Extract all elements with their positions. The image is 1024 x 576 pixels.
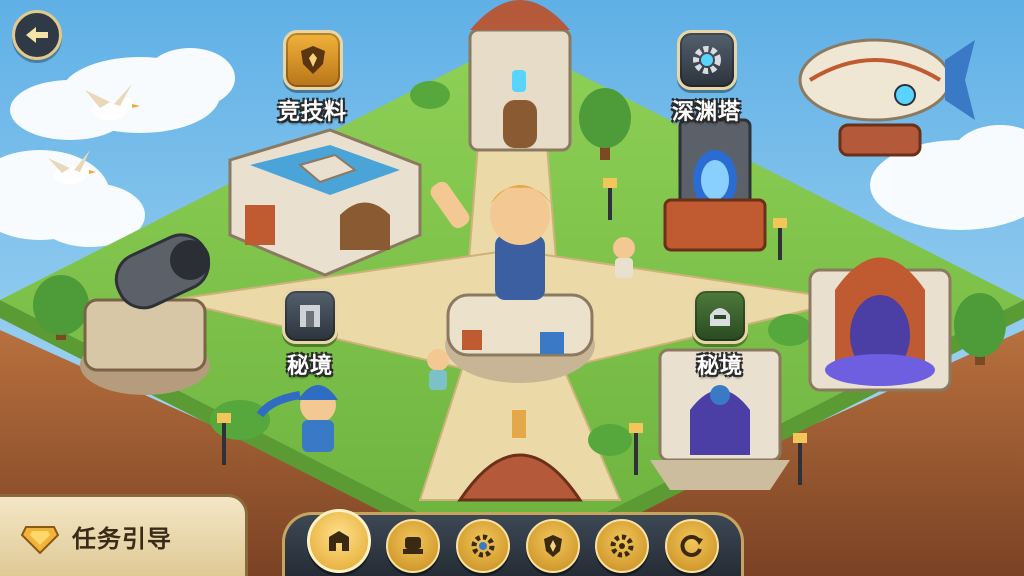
poi-arena[interactable]: 竞技料 [278, 30, 347, 126]
nav-cog-button[interactable] [595, 518, 650, 573]
shield-star-icon [282, 30, 343, 90]
gear-icon [471, 534, 495, 557]
nav-gate-button[interactable] [306, 508, 371, 573]
central-tower [468, 0, 572, 152]
gear-icon [676, 30, 737, 90]
throne-icon [403, 536, 424, 554]
cog-icon [610, 534, 634, 557]
poi-secret-realm-left[interactable]: 秘境 [282, 288, 338, 380]
back-arrow-icon [26, 27, 48, 43]
poi-label: 秘境 [286, 354, 333, 379]
poi-secret-realm-right[interactable]: 秘境 [692, 288, 748, 380]
poi-label: 竞技料 [278, 100, 348, 125]
poi-abyss-tower[interactable]: 深渊塔 [672, 30, 741, 126]
stone-gate-icon [282, 288, 338, 344]
crest-icon [543, 534, 562, 557]
back-button[interactable] [12, 10, 62, 60]
nav-refresh-button[interactable] [665, 518, 720, 573]
refresh-icon [680, 534, 704, 557]
bottom-nav-bar [282, 508, 744, 576]
poi-label: 深渊塔 [672, 100, 742, 125]
nav-throne-button[interactable] [386, 518, 441, 573]
abyss-tower [663, 118, 767, 252]
helmet-icon [692, 288, 748, 344]
nav-gear-button[interactable] [456, 518, 511, 573]
nav-crest-button[interactable] [525, 518, 580, 573]
gold-gem-icon [20, 525, 60, 554]
poi-label: 秘境 [696, 354, 743, 379]
quest-guide-button[interactable]: 任务引导 [0, 494, 248, 576]
secret-portal-right [808, 257, 952, 392]
game-world-scene [0, 0, 1024, 576]
gate-icon [328, 530, 349, 551]
quest-guide-label: 任务引导 [72, 525, 172, 553]
